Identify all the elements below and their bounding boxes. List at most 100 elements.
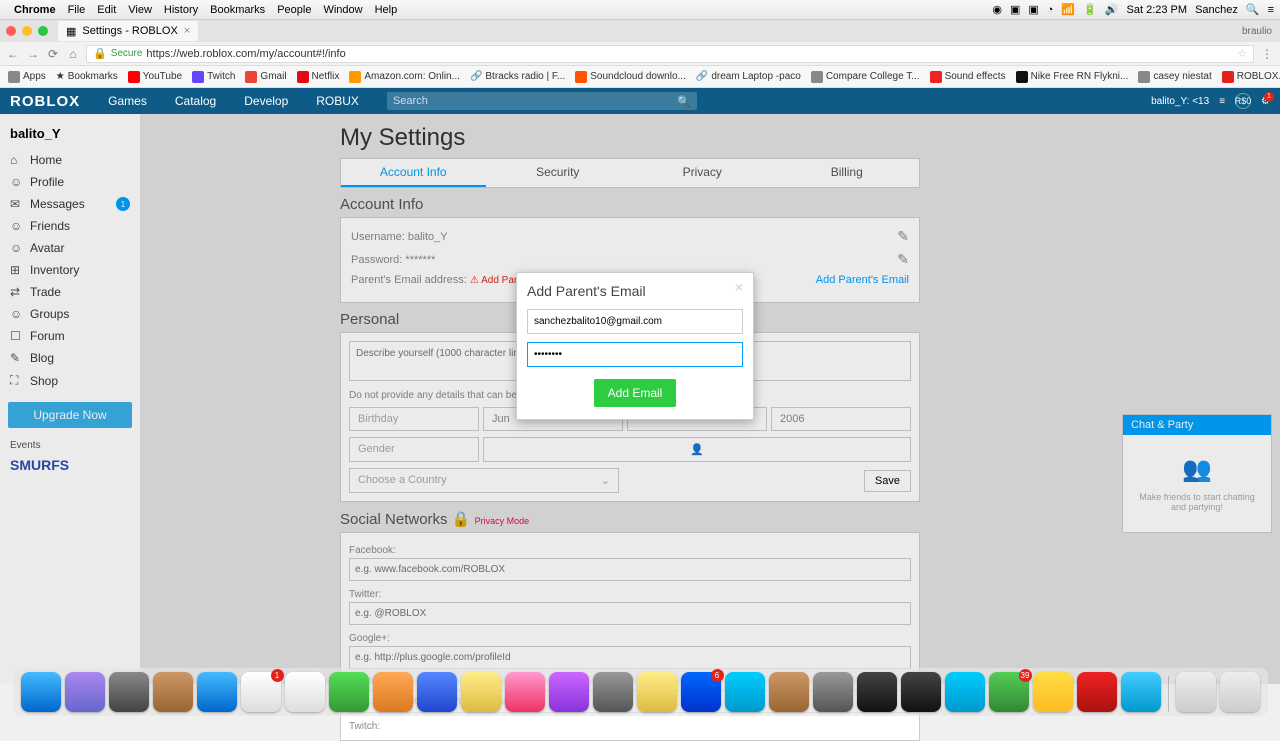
dock-finder[interactable] [21, 672, 61, 712]
home-icon[interactable]: ⌂ [66, 47, 80, 61]
menu-icon[interactable]: ⋮ [1260, 47, 1274, 61]
twitch-label: Twitch: [349, 721, 911, 732]
site-search[interactable]: Search 🔍 [387, 92, 697, 110]
bookmark-item[interactable]: YouTube [128, 71, 182, 83]
lock-icon: 🔒 [93, 47, 107, 60]
tab-close-icon[interactable]: × [184, 25, 190, 37]
dock-safari[interactable] [197, 672, 237, 712]
dock-sysprefs[interactable] [593, 672, 633, 712]
bookmark-item[interactable]: casey niestat [1138, 71, 1211, 83]
dock-contacts[interactable] [153, 672, 193, 712]
menu-history[interactable]: History [164, 4, 198, 16]
notification-icon[interactable]: ≡ [1268, 4, 1274, 16]
forward-icon[interactable]: → [26, 47, 40, 61]
dock-calendar[interactable]: 1 [241, 672, 281, 712]
back-icon[interactable]: ← [6, 47, 20, 61]
bookmark-item[interactable]: Twitch [192, 71, 235, 83]
status-icon[interactable]: ◔ [1047, 4, 1054, 16]
nav-menu-icon[interactable]: ≡ [1219, 96, 1225, 107]
dock-photos[interactable] [637, 672, 677, 712]
account-password-input[interactable] [527, 342, 743, 367]
bookmark-item[interactable]: 🔗Btracks radio | F... [470, 71, 565, 82]
bookmark-item[interactable]: Nike Free RN Flykni... [1016, 71, 1129, 83]
status-icon[interactable]: ▣ [1010, 3, 1020, 16]
parent-email-input[interactable] [527, 309, 743, 334]
nav-username[interactable]: balito_Y: <13 [1151, 96, 1209, 107]
add-email-button[interactable]: Add Email [594, 379, 677, 407]
settings-icon[interactable]: ⚙1 [1261, 96, 1270, 107]
dock-trash[interactable] [1220, 672, 1260, 712]
dock-badge: 39 [1019, 669, 1032, 682]
dock-garageband[interactable] [769, 672, 809, 712]
clock[interactable]: Sat 2:23 PM [1127, 4, 1188, 16]
dock-appstore[interactable]: 6 [681, 672, 721, 712]
menu-bookmarks[interactable]: Bookmarks [210, 4, 265, 16]
battery-icon[interactable]: 🔋 [1083, 3, 1097, 16]
bookmark-item[interactable]: 🔗dream Laptop -paco [696, 71, 801, 82]
bookmark-star-icon[interactable]: ☆ [1237, 47, 1247, 60]
dock-skype[interactable] [725, 672, 765, 712]
dock-reminders[interactable] [285, 672, 325, 712]
menu-help[interactable]: Help [375, 4, 398, 16]
dock-roblox[interactable] [1077, 672, 1117, 712]
dock-launchpad[interactable] [109, 672, 149, 712]
dock-chrome[interactable] [1033, 672, 1073, 712]
dock-app[interactable] [813, 672, 853, 712]
mac-dock: 1 6 39 [0, 668, 1280, 720]
menu-file[interactable]: File [68, 4, 86, 16]
spotlight-icon[interactable]: 🔍 [1246, 3, 1260, 16]
profile-label[interactable]: braulio [1242, 26, 1272, 37]
robux-count[interactable]: R$0 [1235, 93, 1251, 109]
dock-imovie[interactable] [549, 672, 589, 712]
bookmark-item[interactable]: ★Bookmarks [56, 71, 118, 82]
roblox-logo[interactable]: ROBLOX [10, 93, 80, 110]
dock-keynote[interactable] [417, 672, 457, 712]
dock-itunes[interactable] [505, 672, 545, 712]
dock-siri[interactable] [65, 672, 105, 712]
wifi-icon[interactable]: 📶 [1061, 3, 1075, 16]
user-menu[interactable]: Sanchez [1195, 4, 1238, 16]
bookmark-item[interactable]: Amazon.com: Onlin... [349, 71, 460, 83]
menu-window[interactable]: Window [323, 4, 362, 16]
dock-ibooks[interactable] [373, 672, 413, 712]
bookmark-item[interactable]: Compare College T... [811, 71, 920, 83]
volume-icon[interactable]: 🔊 [1105, 3, 1119, 16]
dock-app[interactable] [945, 672, 985, 712]
nav-games[interactable]: Games [108, 94, 147, 108]
bookmark-item[interactable]: Soundcloud downlo... [575, 71, 686, 83]
dock-gopro[interactable] [901, 672, 941, 712]
add-parent-email-modal: × Add Parent's Email Add Email [516, 272, 754, 420]
status-icon[interactable]: ◉ [992, 3, 1002, 16]
dock-numbers[interactable] [461, 672, 501, 712]
browser-tab[interactable]: ▦ Settings - ROBLOX × [58, 21, 198, 41]
dock-minecraft[interactable]: 39 [989, 672, 1029, 712]
url-text: https://web.roblox.com/my/account#!/info [146, 48, 345, 60]
reload-icon[interactable]: ⟳ [46, 47, 60, 61]
modal-title: Add Parent's Email [527, 283, 743, 299]
nav-develop[interactable]: Develop [244, 94, 288, 108]
dock-messages[interactable] [329, 672, 369, 712]
bookmark-item[interactable]: ROBLOX.com [1222, 71, 1280, 83]
menu-view[interactable]: View [128, 4, 152, 16]
tab-favicon: ▦ [66, 25, 76, 38]
menu-people[interactable]: People [277, 4, 311, 16]
active-app[interactable]: Chrome [14, 4, 56, 16]
bookmark-item[interactable]: Gmail [245, 71, 286, 83]
menu-edit[interactable]: Edit [97, 4, 116, 16]
tab-bar: ▦ Settings - ROBLOX × braulio [0, 20, 1280, 42]
search-icon: 🔍 [677, 95, 691, 108]
nav-robux[interactable]: ROBUX [316, 94, 359, 108]
dock-steam[interactable] [857, 672, 897, 712]
window-controls[interactable] [6, 26, 48, 36]
bookmark-item[interactable]: Netflix [297, 71, 340, 83]
modal-close-icon[interactable]: × [735, 279, 743, 295]
bookmark-item[interactable]: Sound effects [930, 71, 1006, 83]
mac-menubar: Chrome File Edit View History Bookmarks … [0, 0, 1280, 20]
status-icon[interactable]: ▣ [1028, 3, 1038, 16]
bookmark-apps[interactable]: Apps [8, 71, 46, 83]
notif-badge: 1 [1264, 92, 1274, 102]
dock-app[interactable] [1121, 672, 1161, 712]
url-field[interactable]: 🔒 Secure https://web.roblox.com/my/accou… [86, 45, 1254, 63]
nav-catalog[interactable]: Catalog [175, 94, 216, 108]
dock-downloads[interactable] [1176, 672, 1216, 712]
